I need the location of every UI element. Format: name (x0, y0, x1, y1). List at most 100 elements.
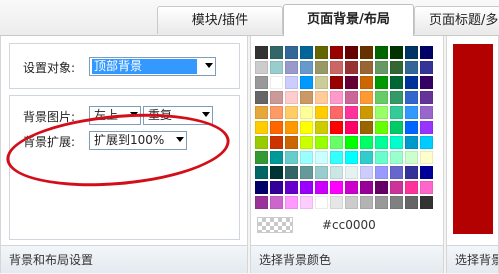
color-swatch[interactable] (420, 121, 433, 134)
color-swatch[interactable] (360, 166, 373, 179)
color-swatch[interactable] (315, 181, 328, 194)
color-swatch[interactable] (255, 61, 268, 74)
color-swatch[interactable] (330, 106, 343, 119)
color-swatch[interactable] (300, 46, 313, 59)
tab-page-title[interactable]: 页面标题/多 (414, 6, 499, 34)
color-swatch[interactable] (420, 91, 433, 104)
color-swatch[interactable] (360, 61, 373, 74)
selected-color-hex[interactable]: #cc0000 (295, 217, 427, 233)
color-swatch[interactable] (405, 91, 418, 104)
color-swatch[interactable] (270, 106, 283, 119)
color-swatch[interactable] (270, 46, 283, 59)
color-swatch[interactable] (360, 181, 373, 194)
color-swatch[interactable] (300, 196, 313, 209)
transparent-swatch[interactable] (257, 217, 293, 233)
color-swatch[interactable] (390, 196, 403, 209)
color-swatch[interactable] (255, 136, 268, 149)
target-select[interactable]: 顶部背景 (89, 57, 216, 76)
color-swatch[interactable] (405, 76, 418, 89)
color-swatch[interactable] (285, 121, 298, 134)
color-swatch[interactable] (300, 61, 313, 74)
color-swatch[interactable] (390, 166, 403, 179)
color-swatch[interactable] (405, 166, 418, 179)
color-swatch[interactable] (300, 91, 313, 104)
color-swatch[interactable] (345, 136, 358, 149)
color-swatch[interactable] (345, 61, 358, 74)
color-swatch[interactable] (345, 91, 358, 104)
color-swatch[interactable] (255, 46, 268, 59)
color-swatch[interactable] (405, 61, 418, 74)
color-swatch[interactable] (390, 136, 403, 149)
color-swatch[interactable] (405, 151, 418, 164)
color-swatch[interactable] (390, 121, 403, 134)
color-swatch[interactable] (405, 136, 418, 149)
color-swatch[interactable] (375, 181, 388, 194)
color-swatch[interactable] (330, 136, 343, 149)
color-swatch[interactable] (420, 196, 433, 209)
color-swatch[interactable] (330, 76, 343, 89)
color-swatch[interactable] (375, 61, 388, 74)
color-swatch[interactable] (285, 76, 298, 89)
color-swatch[interactable] (330, 166, 343, 179)
color-swatch[interactable] (270, 61, 283, 74)
color-swatch[interactable] (285, 181, 298, 194)
color-swatch[interactable] (270, 121, 283, 134)
color-swatch[interactable] (390, 91, 403, 104)
color-swatch[interactable] (315, 46, 328, 59)
color-swatch[interactable] (315, 106, 328, 119)
image-repeat-select[interactable]: 重复 (143, 106, 213, 125)
color-swatch[interactable] (300, 166, 313, 179)
color-swatch[interactable] (360, 76, 373, 89)
color-swatch[interactable] (360, 121, 373, 134)
color-swatch[interactable] (375, 196, 388, 209)
color-swatch[interactable] (285, 166, 298, 179)
color-swatch[interactable] (255, 121, 268, 134)
color-swatch[interactable] (315, 61, 328, 74)
color-swatch[interactable] (270, 166, 283, 179)
color-swatch[interactable] (285, 106, 298, 119)
color-swatch[interactable] (420, 106, 433, 119)
color-swatch[interactable] (270, 151, 283, 164)
color-swatch[interactable] (420, 136, 433, 149)
color-swatch[interactable] (405, 196, 418, 209)
color-swatch[interactable] (300, 121, 313, 134)
color-swatch[interactable] (255, 151, 268, 164)
color-swatch[interactable] (360, 136, 373, 149)
color-swatch[interactable] (315, 91, 328, 104)
color-swatch[interactable] (375, 76, 388, 89)
color-swatch[interactable] (285, 136, 298, 149)
color-swatch[interactable] (285, 46, 298, 59)
color-swatch[interactable] (375, 166, 388, 179)
expand-select-arrow[interactable] (171, 132, 186, 149)
color-swatch[interactable] (315, 166, 328, 179)
color-swatch[interactable] (390, 106, 403, 119)
color-swatch[interactable] (360, 91, 373, 104)
color-swatch[interactable] (420, 181, 433, 194)
tab-page-background-layout[interactable]: 页面背景/布局 (283, 4, 414, 36)
color-swatch[interactable] (315, 136, 328, 149)
color-swatch[interactable] (330, 151, 343, 164)
color-swatch[interactable] (315, 121, 328, 134)
tab-modules-plugins[interactable]: 模块/插件 (157, 6, 283, 34)
image-position-arrow[interactable] (125, 107, 140, 124)
color-swatch[interactable] (300, 106, 313, 119)
color-swatch[interactable] (420, 151, 433, 164)
color-swatch[interactable] (300, 151, 313, 164)
color-swatch[interactable] (345, 121, 358, 134)
color-swatch[interactable] (390, 76, 403, 89)
color-swatch[interactable] (285, 196, 298, 209)
color-swatch[interactable] (405, 106, 418, 119)
color-swatch[interactable] (345, 76, 358, 89)
color-swatch[interactable] (375, 136, 388, 149)
color-swatch[interactable] (255, 106, 268, 119)
color-swatch[interactable] (315, 196, 328, 209)
color-swatch[interactable] (360, 106, 373, 119)
color-swatch[interactable] (405, 121, 418, 134)
color-swatch[interactable] (330, 46, 343, 59)
color-swatch[interactable] (345, 46, 358, 59)
color-swatch[interactable] (405, 46, 418, 59)
color-swatch[interactable] (300, 181, 313, 194)
color-swatch[interactable] (300, 76, 313, 89)
image-position-select[interactable]: 左上 (89, 106, 141, 125)
color-swatch[interactable] (390, 46, 403, 59)
